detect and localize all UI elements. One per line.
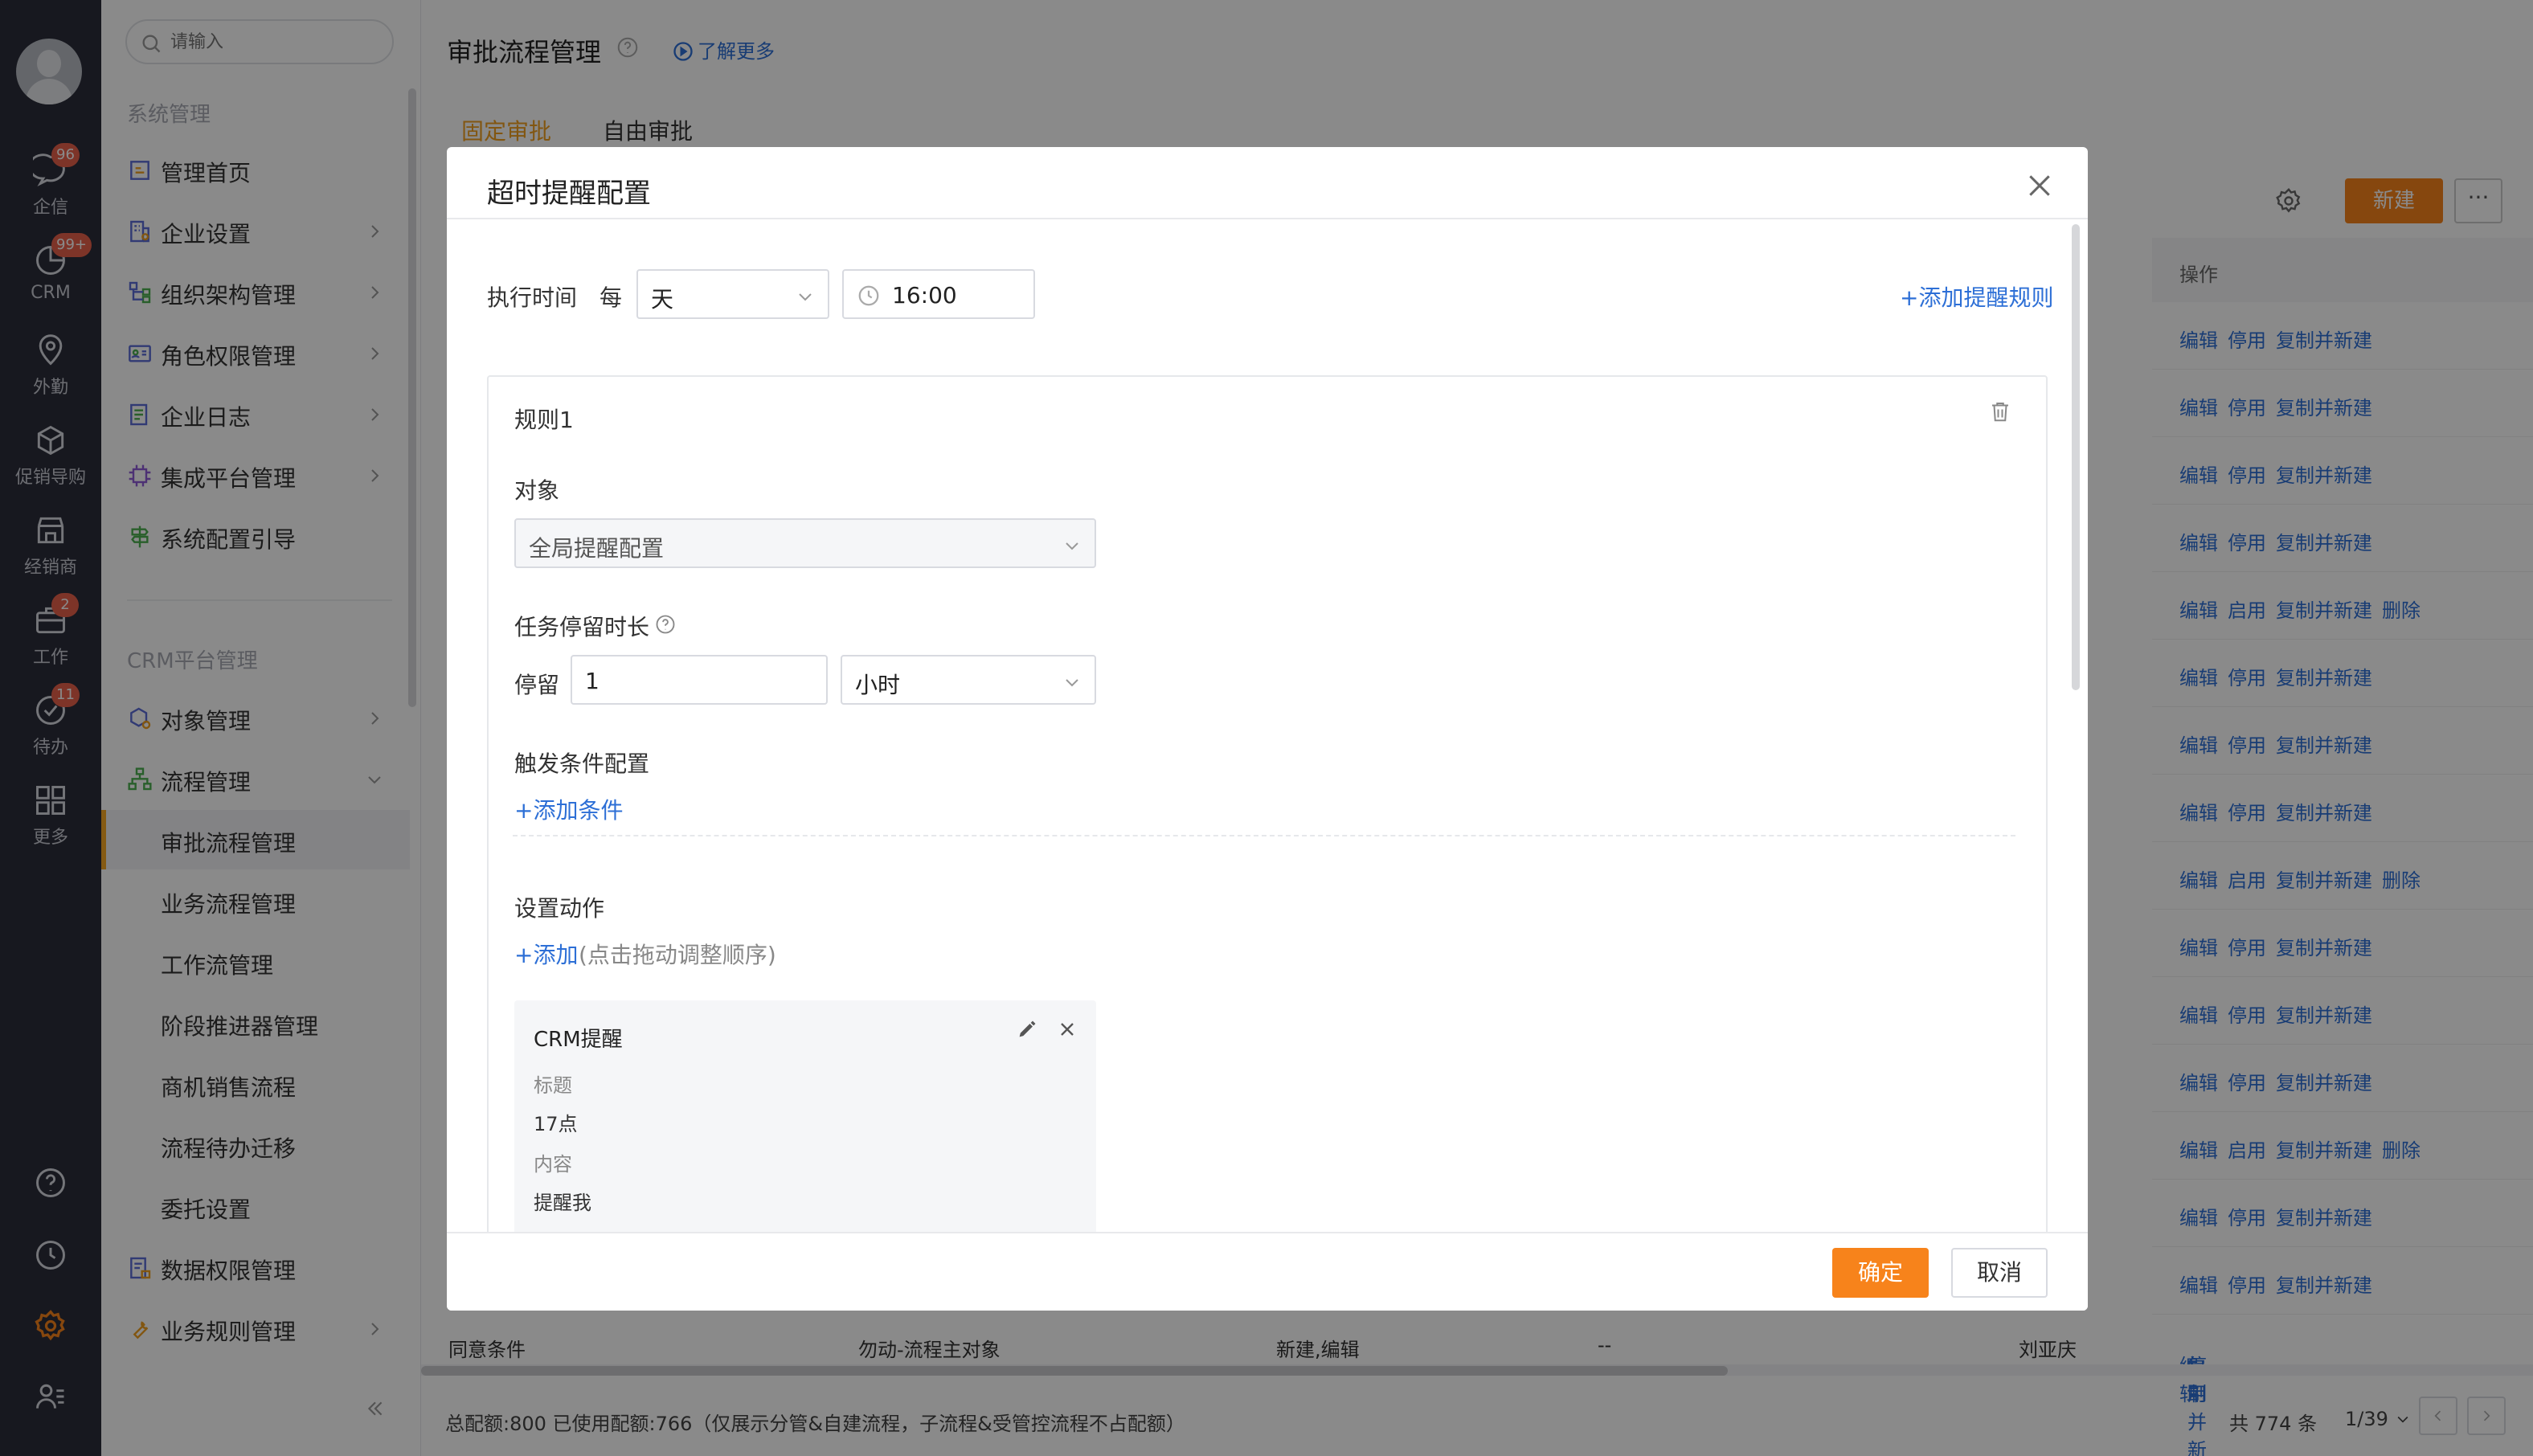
close-icon[interactable] [2024,170,2056,202]
action-content-value: 提醒我 [534,1192,591,1214]
close-icon[interactable] [1056,1018,1078,1041]
chevron-down-icon [799,293,812,301]
action-title-value: 17点 [534,1113,578,1135]
dialog-header-divider [447,218,2088,219]
rule-title: 规则1 [514,407,574,433]
clock-icon [858,285,879,306]
action-content-key: 内容 [534,1153,572,1176]
chevron-down-icon [1066,542,1078,550]
action-type: CRM提醒 [534,1028,623,1052]
period-value: 天 [651,286,674,313]
stay-unit-value: 小时 [855,672,901,698]
object-label: 对象 [514,477,560,504]
add-action-hint: (点击拖动调整顺序) [579,942,776,968]
trigger-config-label: 触发条件配置 [514,750,650,777]
stay-duration-input[interactable]: 1 [571,655,828,705]
object-select[interactable]: 全局提醒配置 [514,518,1096,568]
add-reminder-rule-link[interactable]: +添加提醒规则 [1900,280,2053,313]
confirm-button[interactable]: 确定 [1832,1248,1929,1298]
dialog-title: 超时提醒配置 [487,178,651,210]
trash-icon[interactable] [1988,399,2012,423]
dialog-footer: 确定 取消 [447,1232,2088,1311]
crm-reminder-action-card[interactable]: CRM提醒 标题 17点 内容 提醒我 [514,1000,1096,1258]
period-select[interactable]: 天 [636,269,829,319]
section-divider [513,835,2015,836]
cancel-button[interactable]: 取消 [1951,1248,2048,1298]
time-picker[interactable]: 16:00 [842,269,1035,319]
dialog-scrollbar[interactable] [2072,224,2080,690]
help-circle-icon[interactable] [654,613,677,636]
time-value: 16:00 [892,282,957,309]
stay-prefix-label: 停留 [514,672,560,698]
exec-time-label: 执行时间 [487,284,578,311]
rule-card: 规则1 对象 全局提醒配置 任务停留时长 停留 1 小时 触发条件配置 +添加条… [487,375,2048,1259]
stay-unit-select[interactable]: 小时 [841,655,1096,705]
chevron-down-icon [1066,679,1078,687]
timeout-reminder-dialog: 超时提醒配置 执行时间 每 天 16:00 +添加提醒规则 规则1 对象 全局提… [447,147,2088,1311]
every-label: 每 [599,284,623,311]
stay-duration-label: 任务停留时长 [514,614,650,640]
add-condition-link[interactable]: +添加条件 [514,793,623,825]
stay-duration-value: 1 [585,668,599,694]
add-action-link[interactable]: +添加 [514,938,578,970]
object-value: 全局提醒配置 [529,535,665,562]
pencil-icon[interactable] [1016,1018,1038,1041]
action-title-key: 标题 [534,1074,572,1097]
set-action-label: 设置动作 [514,895,605,922]
